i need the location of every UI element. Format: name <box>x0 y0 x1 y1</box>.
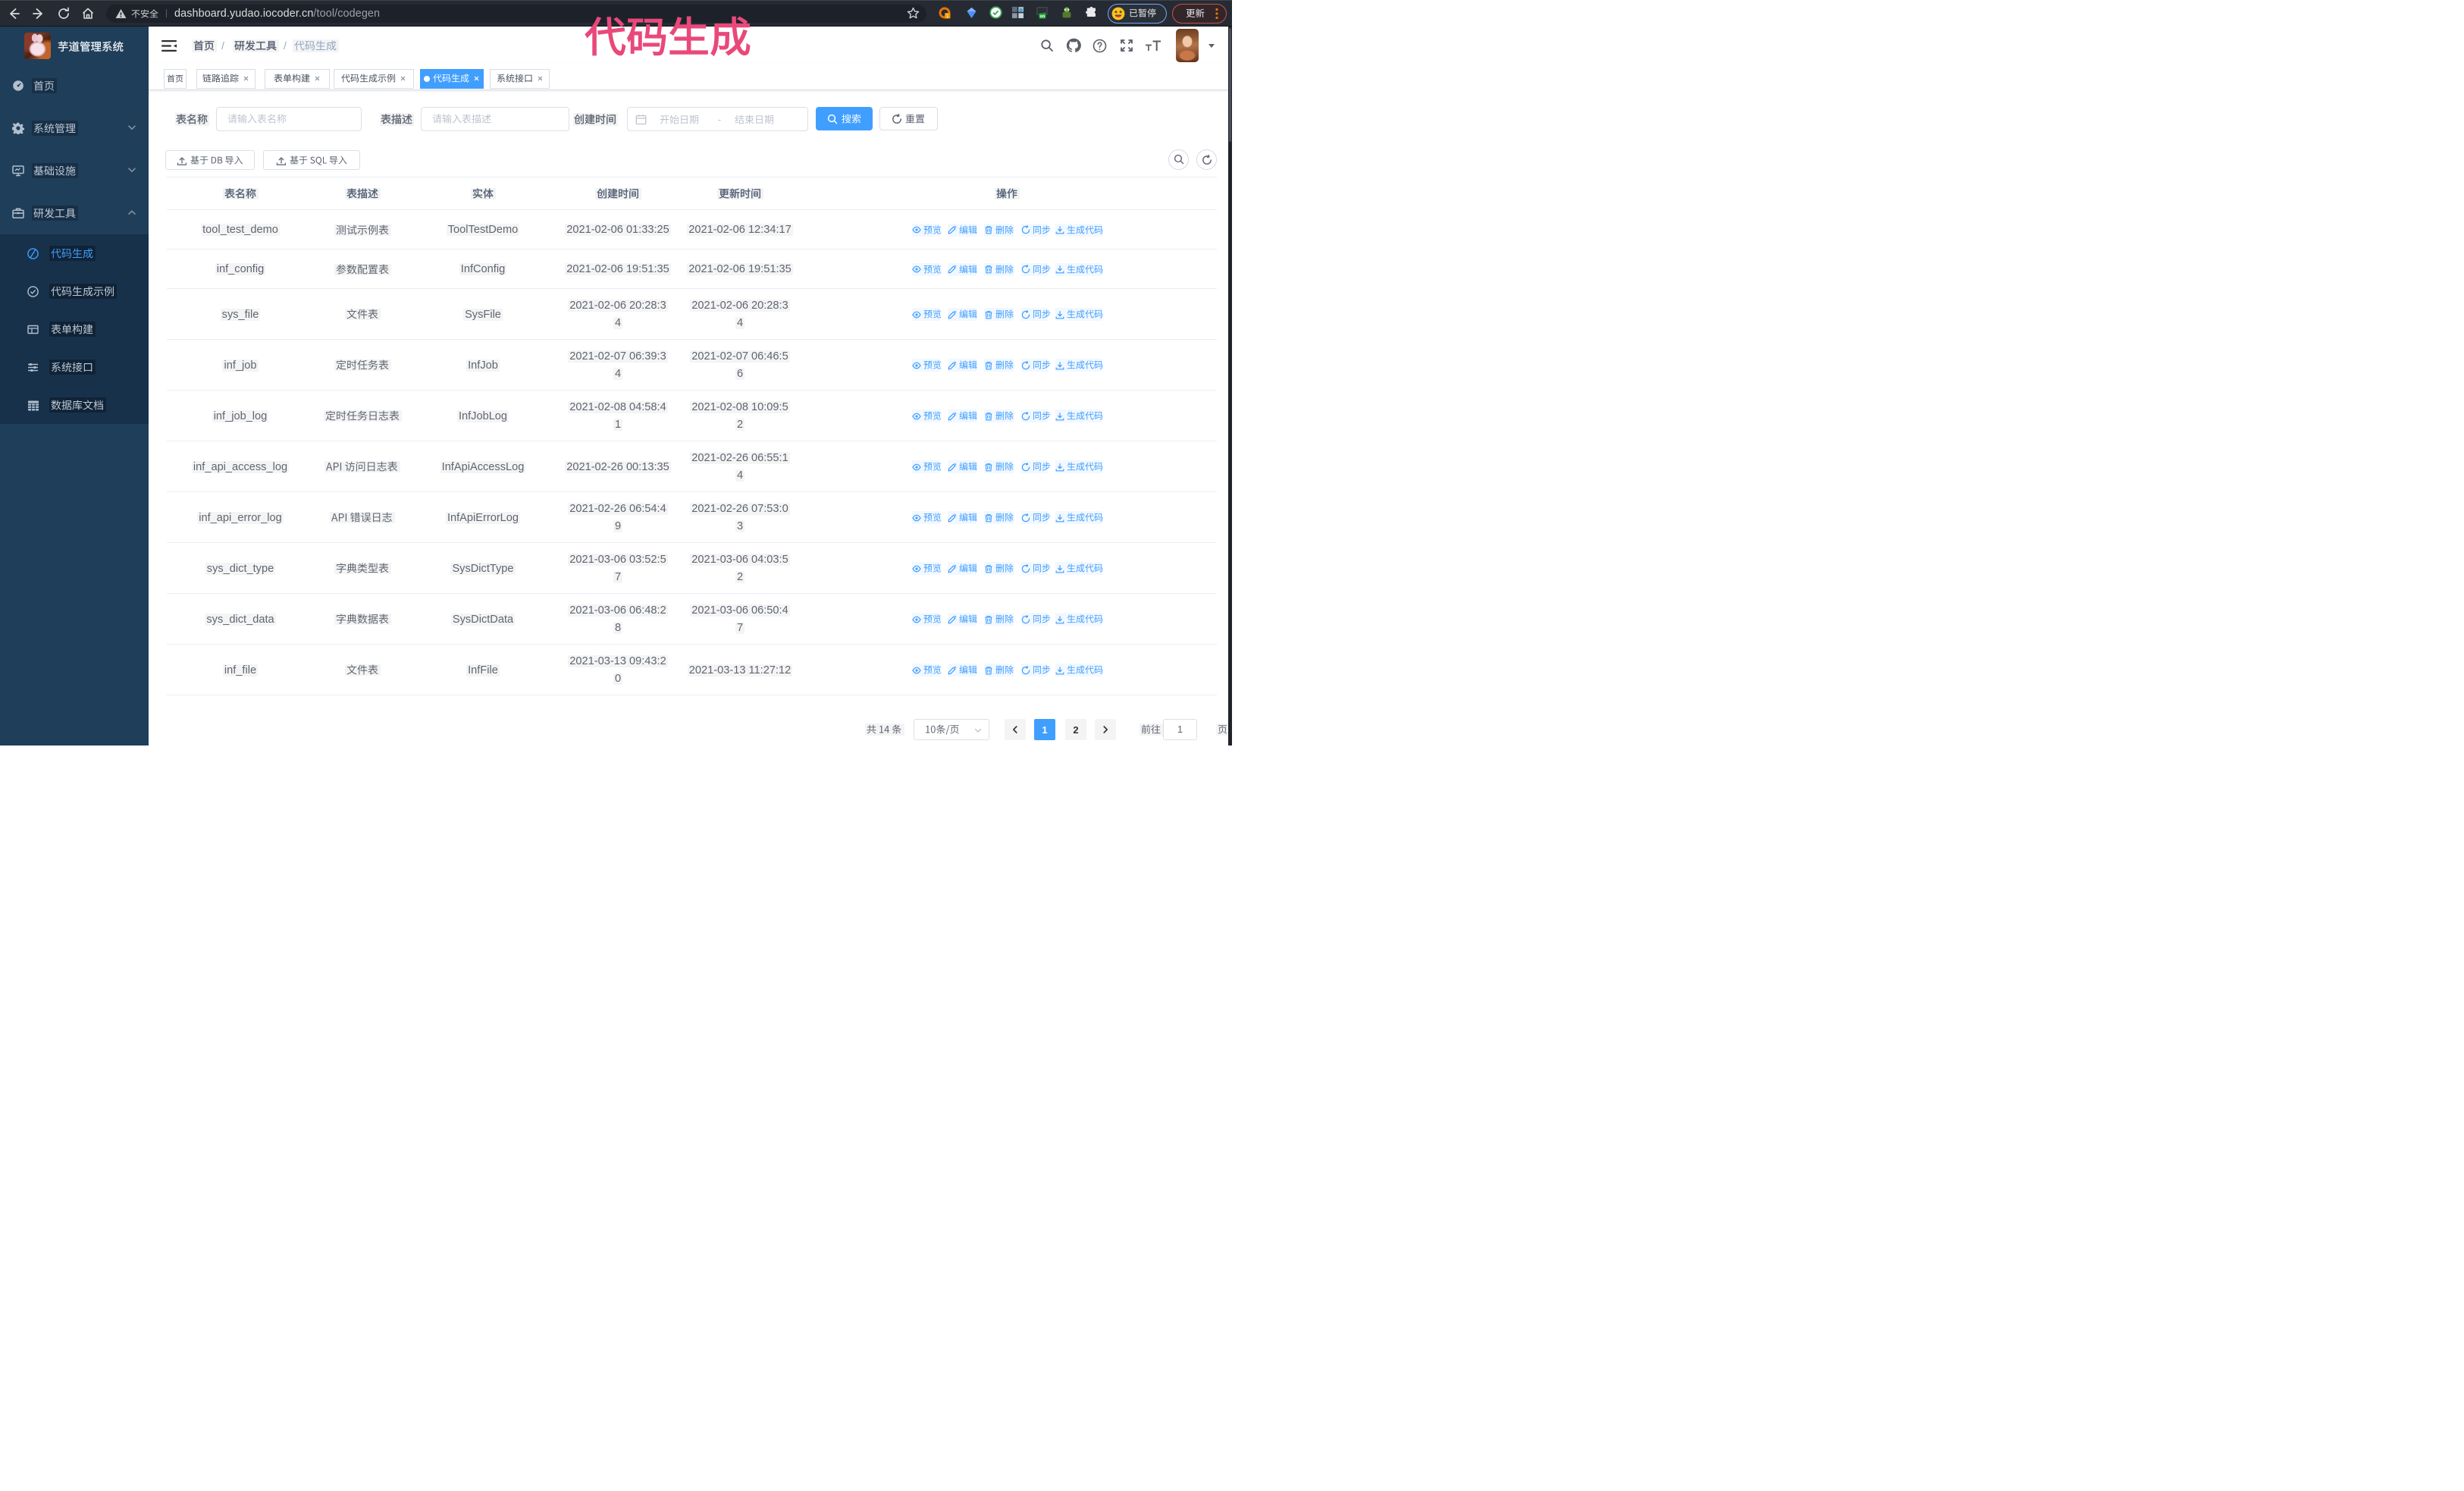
svg-text:1: 1 <box>946 14 949 19</box>
svg-text:on: on <box>1040 14 1045 19</box>
